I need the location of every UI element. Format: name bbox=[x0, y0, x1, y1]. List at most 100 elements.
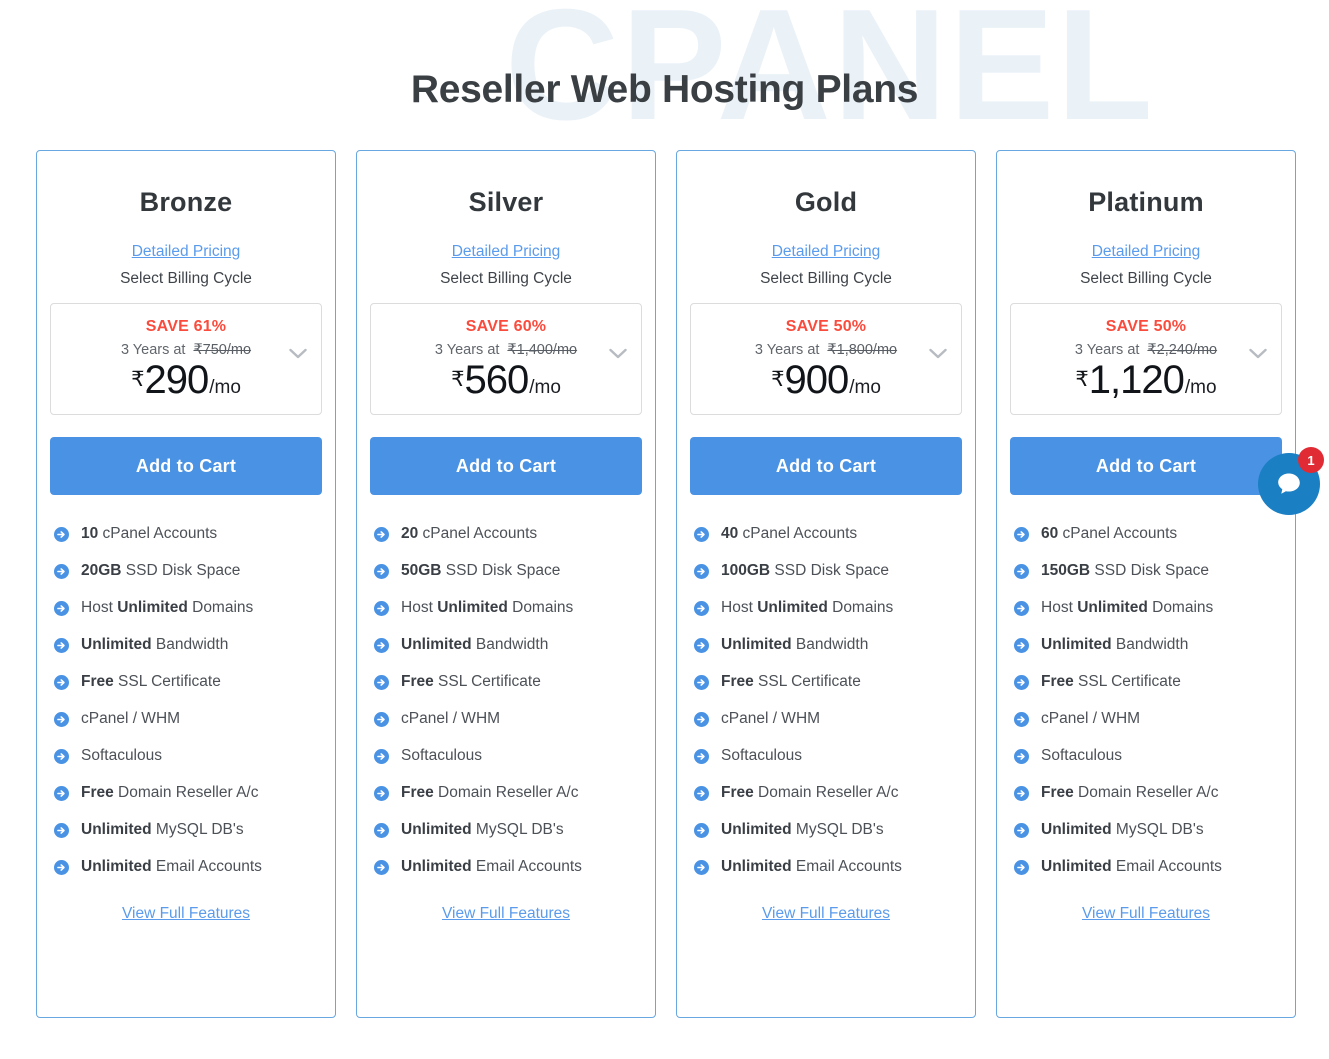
arrow-circle-right-icon bbox=[54, 712, 69, 728]
feature-text: Host Unlimited Domains bbox=[721, 599, 894, 617]
price-amount: 290 bbox=[144, 358, 209, 402]
arrow-circle-right-icon bbox=[1014, 749, 1029, 765]
feature-list-item: Free SSL Certificate bbox=[694, 673, 962, 691]
plan-card-grid: Bronze Detailed Pricing Select Billing Cyc… bbox=[36, 150, 1296, 1018]
arrow-circle-right-icon bbox=[54, 638, 69, 654]
arrow-circle-right-icon bbox=[694, 823, 709, 839]
arrow-circle-right-icon bbox=[694, 527, 709, 542]
arrow-circle-right-icon bbox=[1014, 860, 1029, 876]
chevron-down-icon[interactable] bbox=[929, 348, 947, 359]
feature-list-item: Unlimited MySQL DB's bbox=[694, 821, 962, 839]
feature-text: cPanel / WHM bbox=[1041, 710, 1141, 728]
feature-list: 10 cPanel Accounts 20GB SSD Disk Space Hos… bbox=[50, 525, 322, 895]
feature-text: Unlimited Email Accounts bbox=[81, 858, 262, 876]
arrow-circle-right-icon bbox=[374, 638, 389, 654]
arrow-circle-right-icon bbox=[694, 638, 709, 654]
arrow-circle-right-icon bbox=[54, 675, 69, 691]
arrow-circle-right-icon bbox=[374, 675, 389, 691]
feature-text: Unlimited Email Accounts bbox=[1041, 858, 1222, 876]
feature-text: 20 cPanel Accounts bbox=[401, 525, 538, 542]
feature-text: cPanel / WHM bbox=[721, 710, 821, 728]
feature-list-item: Unlimited Bandwidth bbox=[374, 636, 642, 654]
current-price-row: ₹1,120/mo bbox=[1075, 360, 1216, 400]
billing-cycle-selector[interactable]: SAVE 50% 3 Years at ₹1,800/mo ₹900/mo bbox=[690, 303, 962, 415]
add-to-cart-button[interactable]: Add to Cart bbox=[370, 437, 642, 495]
view-full-features-link[interactable]: View Full Features bbox=[1082, 905, 1210, 923]
chat-widget[interactable]: 1 bbox=[1258, 447, 1324, 515]
pricing-page: CPANEL Reseller Web Hosting Plans Bronze… bbox=[0, 0, 1329, 1059]
feature-list-item: Softaculous bbox=[694, 747, 962, 765]
add-to-cart-button[interactable]: Add to Cart bbox=[690, 437, 962, 495]
chevron-down-icon[interactable] bbox=[609, 348, 627, 359]
chevron-down-icon[interactable] bbox=[1249, 348, 1267, 359]
billing-cycle-selector[interactable]: SAVE 61% 3 Years at ₹750/mo ₹290/mo bbox=[50, 303, 322, 415]
feature-list-item: Unlimited Email Accounts bbox=[694, 858, 962, 876]
feature-text: Softaculous bbox=[81, 747, 162, 765]
feature-text: Unlimited Email Accounts bbox=[401, 858, 582, 876]
billing-cycle-label: Select Billing Cycle bbox=[760, 270, 892, 287]
feature-text: Unlimited Bandwidth bbox=[401, 636, 549, 654]
arrow-circle-right-icon bbox=[374, 860, 389, 876]
feature-list-item: Unlimited MySQL DB's bbox=[374, 821, 642, 839]
save-badge: SAVE 60% bbox=[465, 318, 547, 335]
chevron-down-icon[interactable] bbox=[289, 348, 307, 359]
original-price: ₹1,400/mo bbox=[507, 342, 578, 358]
arrow-circle-right-icon bbox=[1014, 675, 1029, 691]
feature-text: 20GB SSD Disk Space bbox=[81, 562, 241, 580]
arrow-circle-right-icon bbox=[1014, 823, 1029, 839]
feature-list-item: Free Domain Reseller A/c bbox=[54, 784, 322, 802]
detailed-pricing-link[interactable]: Detailed Pricing bbox=[1092, 243, 1201, 261]
add-to-cart-button[interactable]: Add to Cart bbox=[50, 437, 322, 495]
view-full-features-link[interactable]: View Full Features bbox=[762, 905, 890, 923]
view-full-features-link[interactable]: View Full Features bbox=[442, 905, 570, 923]
feature-list-item: Softaculous bbox=[1014, 747, 1282, 765]
feature-text: Free SSL Certificate bbox=[401, 673, 541, 691]
current-price-row: ₹290/mo bbox=[131, 360, 241, 400]
feature-text: Unlimited MySQL DB's bbox=[1041, 821, 1204, 839]
feature-list-item: Free Domain Reseller A/c bbox=[694, 784, 962, 802]
rupee-symbol: ₹ bbox=[451, 368, 465, 391]
arrow-circle-right-icon bbox=[694, 675, 709, 691]
feature-list-item: Host Unlimited Domains bbox=[374, 599, 642, 617]
arrow-circle-right-icon bbox=[694, 601, 709, 617]
feature-list-item: 40 cPanel Accounts bbox=[694, 525, 962, 542]
feature-text: Unlimited MySQL DB's bbox=[81, 821, 244, 839]
original-price: ₹2,240/mo bbox=[1147, 342, 1218, 358]
feature-list-item: Unlimited Bandwidth bbox=[694, 636, 962, 654]
feature-list-item: Free SSL Certificate bbox=[1014, 673, 1282, 691]
original-price-row: 3 Years at ₹1,400/mo bbox=[435, 342, 577, 358]
feature-list-item: Softaculous bbox=[54, 747, 322, 765]
feature-text: cPanel / WHM bbox=[401, 710, 501, 728]
detailed-pricing-link[interactable]: Detailed Pricing bbox=[132, 243, 241, 261]
feature-text: 40 cPanel Accounts bbox=[721, 525, 858, 542]
feature-list-item: 100GB SSD Disk Space bbox=[694, 562, 962, 580]
arrow-circle-right-icon bbox=[1014, 786, 1029, 802]
feature-list: 60 cPanel Accounts 150GB SSD Disk Space Ho… bbox=[1010, 525, 1282, 895]
plan-card-bronze: Bronze Detailed Pricing Select Billing Cyc… bbox=[36, 150, 336, 1018]
arrow-circle-right-icon bbox=[54, 601, 69, 617]
billing-cycle-selector[interactable]: SAVE 50% 3 Years at ₹2,240/mo ₹1,120/mo bbox=[1010, 303, 1282, 415]
arrow-circle-right-icon bbox=[374, 749, 389, 765]
add-to-cart-button[interactable]: Add to Cart bbox=[1010, 437, 1282, 495]
detailed-pricing-link[interactable]: Detailed Pricing bbox=[452, 243, 561, 261]
chat-unread-badge[interactable]: 1 bbox=[1298, 447, 1324, 473]
billing-cycle-selector[interactable]: SAVE 60% 3 Years at ₹1,400/mo ₹560/mo bbox=[370, 303, 642, 415]
feature-text: 100GB SSD Disk Space bbox=[721, 562, 890, 580]
price-amount: 1,120 bbox=[1088, 358, 1185, 402]
feature-list-item: Host Unlimited Domains bbox=[1014, 599, 1282, 617]
save-badge: SAVE 50% bbox=[785, 318, 867, 335]
feature-text: 50GB SSD Disk Space bbox=[401, 562, 561, 580]
feature-list-item: cPanel / WHM bbox=[54, 710, 322, 728]
arrow-circle-right-icon bbox=[694, 749, 709, 765]
feature-list-item: Free Domain Reseller A/c bbox=[374, 784, 642, 802]
price-amount: 900 bbox=[784, 358, 849, 402]
billing-term-label: 3 Years at bbox=[434, 342, 500, 358]
plan-card-gold: Gold Detailed Pricing Select Billing Cycle… bbox=[676, 150, 976, 1018]
feature-text: cPanel / WHM bbox=[81, 710, 181, 728]
chat-bubble-icon bbox=[1278, 473, 1300, 494]
arrow-circle-right-icon bbox=[374, 786, 389, 802]
feature-text: Unlimited Bandwidth bbox=[721, 636, 869, 654]
detailed-pricing-link[interactable]: Detailed Pricing bbox=[772, 243, 881, 261]
view-full-features-link[interactable]: View Full Features bbox=[122, 905, 250, 923]
feature-text: Unlimited Bandwidth bbox=[1041, 636, 1189, 654]
